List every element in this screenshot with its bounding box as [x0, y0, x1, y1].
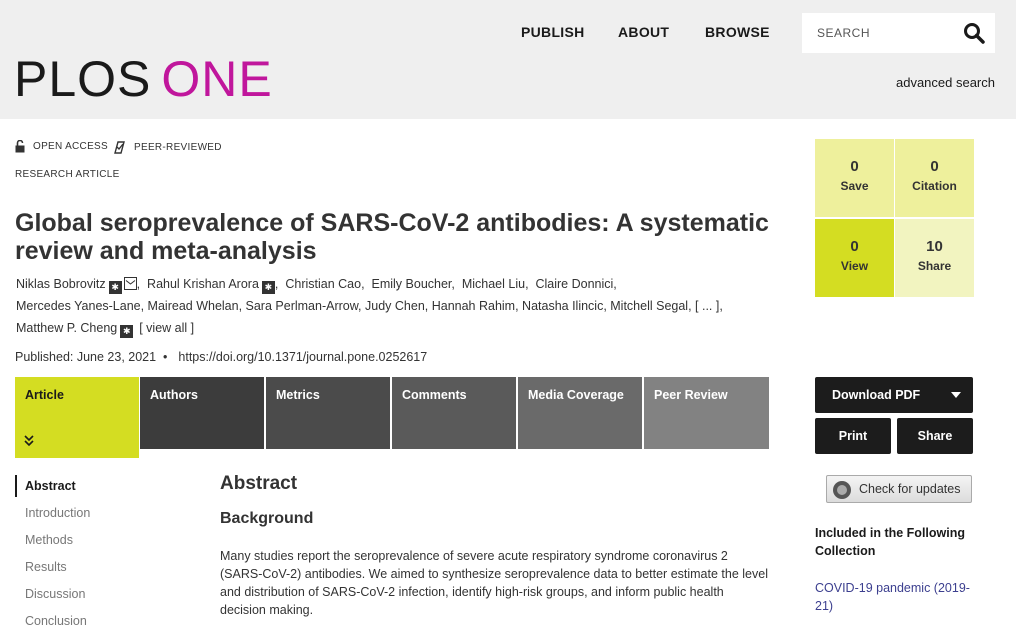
open-access-label: OPEN ACCESS	[33, 141, 108, 152]
download-pdf-label: Download PDF	[832, 388, 921, 402]
orcid-icon[interactable]: ✱	[120, 325, 134, 338]
author-name[interactable]: Michael Liu	[462, 277, 525, 291]
author-line-3: Matthew P. Cheng ✱ [ view all ]	[16, 317, 194, 339]
author-line-1: Niklas Bobrovitz ✱, Rahul Krishan Arora ✱,…	[16, 277, 617, 294]
orcid-icon[interactable]: ✱	[261, 281, 275, 294]
download-pdf-button[interactable]: Download PDF	[815, 377, 973, 413]
author-name[interactable]: Matthew P. Cheng	[16, 321, 117, 335]
background-paragraph: Many studies report the seroprevalence o…	[220, 549, 768, 617]
tab-comments-label: Comments	[402, 388, 467, 402]
included-collection-heading: Included in the Following Collection	[815, 526, 965, 558]
tab-metrics[interactable]: Metrics	[266, 377, 390, 449]
unlock-icon	[15, 140, 25, 153]
peer-reviewed-label: PEER-REVIEWED	[134, 141, 222, 153]
check-for-updates-button[interactable]: Check for updates	[826, 475, 972, 503]
tab-article-label: Article	[25, 388, 64, 402]
metric-save-value: 0	[850, 158, 859, 175]
open-access-badge[interactable]: OPEN ACCESS	[15, 140, 108, 153]
tab-peer-review-label: Peer Review	[654, 388, 728, 402]
peer-reviewed-icon	[114, 141, 125, 154]
tab-media-coverage[interactable]: Media Coverage	[518, 377, 642, 449]
caret-down-icon[interactable]	[951, 392, 961, 398]
author-name[interactable]: Emily Boucher	[372, 277, 452, 291]
doi-link[interactable]: https://doi.org/10.1371/journal.pone.025…	[178, 350, 427, 364]
orcid-icon[interactable]: ✱	[108, 281, 122, 294]
published-date: Published: June 23, 2021	[15, 350, 157, 364]
toc-abstract[interactable]: Abstract	[15, 475, 76, 497]
metric-view[interactable]: 0 View	[815, 219, 894, 297]
double-chevron-down-icon	[24, 435, 34, 447]
metric-share[interactable]: 10 Share	[895, 219, 974, 297]
metric-citation-label: Citation	[912, 179, 957, 193]
plos-one-logo[interactable]: PLOS ONE	[14, 54, 273, 104]
abstract-heading: Abstract	[220, 473, 298, 494]
toc-conclusion[interactable]: Conclusion	[15, 610, 87, 632]
email-icon[interactable]	[123, 277, 137, 290]
tab-media-coverage-label: Media Coverage	[528, 388, 624, 402]
metric-view-label: View	[840, 259, 869, 273]
article-type-label: RESEARCH ARTICLE	[15, 169, 120, 180]
author-name[interactable]: Claire Donnici,	[535, 277, 616, 291]
logo-plos-text: PLOS	[14, 51, 152, 107]
metric-share-value: 10	[926, 238, 943, 255]
publication-info: Published: June 23, 2021 • https://doi.o…	[15, 350, 427, 364]
metric-share-label: Share	[917, 259, 952, 273]
metric-view-value: 0	[850, 238, 859, 255]
nav-browse[interactable]: BROWSE	[705, 24, 770, 40]
tab-authors[interactable]: Authors	[140, 377, 264, 449]
view-all-authors-link[interactable]: [ view all ]	[139, 321, 194, 335]
bullet-separator: •	[159, 350, 171, 364]
author-name[interactable]: Niklas Bobrovitz	[16, 277, 106, 291]
article-title: Global seroprevalence of SARS-CoV-2 anti…	[15, 209, 769, 265]
logo-one-text: ONE	[161, 51, 273, 107]
nav-publish[interactable]: PUBLISH	[521, 24, 585, 40]
advanced-search-link[interactable]: advanced search	[896, 75, 995, 90]
author-name[interactable]: Rahul Krishan Arora	[147, 277, 259, 291]
metric-citation-value: 0	[930, 158, 939, 175]
search-box	[802, 13, 995, 53]
crossmark-icon	[833, 481, 851, 499]
toc-methods[interactable]: Methods	[15, 529, 73, 551]
search-input[interactable]	[802, 13, 957, 53]
print-button[interactable]: Print	[815, 418, 891, 454]
toc-introduction[interactable]: Introduction	[15, 502, 90, 524]
metric-citation[interactable]: 0 Citation	[895, 139, 974, 217]
tab-comments[interactable]: Comments	[392, 377, 516, 449]
search-icon[interactable]	[962, 21, 988, 45]
metric-save[interactable]: 0 Save	[815, 139, 894, 217]
tab-metrics-label: Metrics	[276, 388, 320, 402]
toc-discussion[interactable]: Discussion	[15, 583, 85, 605]
site-header: PLOSONE PUBLISH ABOUT BROWSE advanced se…	[0, 0, 1016, 119]
tab-peer-review[interactable]: Peer Review	[644, 377, 769, 449]
author-line-2[interactable]: Mercedes Yanes-Lane, Mairead Whelan, Sar…	[16, 295, 723, 317]
metric-save-label: Save	[840, 179, 869, 193]
check-for-updates-label: Check for updates	[859, 482, 961, 496]
toc-results[interactable]: Results	[15, 556, 67, 578]
nav-about[interactable]: ABOUT	[618, 24, 669, 40]
collection-link[interactable]: COVID-19 pandemic (2019-21)	[815, 579, 980, 615]
author-name[interactable]: Christian Cao	[285, 277, 361, 291]
tab-authors-label: Authors	[150, 388, 198, 402]
share-button[interactable]: Share	[897, 418, 973, 454]
peer-reviewed-badge[interactable]: PEER-REVIEWED	[113, 140, 222, 154]
background-heading: Background	[220, 510, 314, 527]
tab-article[interactable]: Article	[15, 377, 139, 458]
